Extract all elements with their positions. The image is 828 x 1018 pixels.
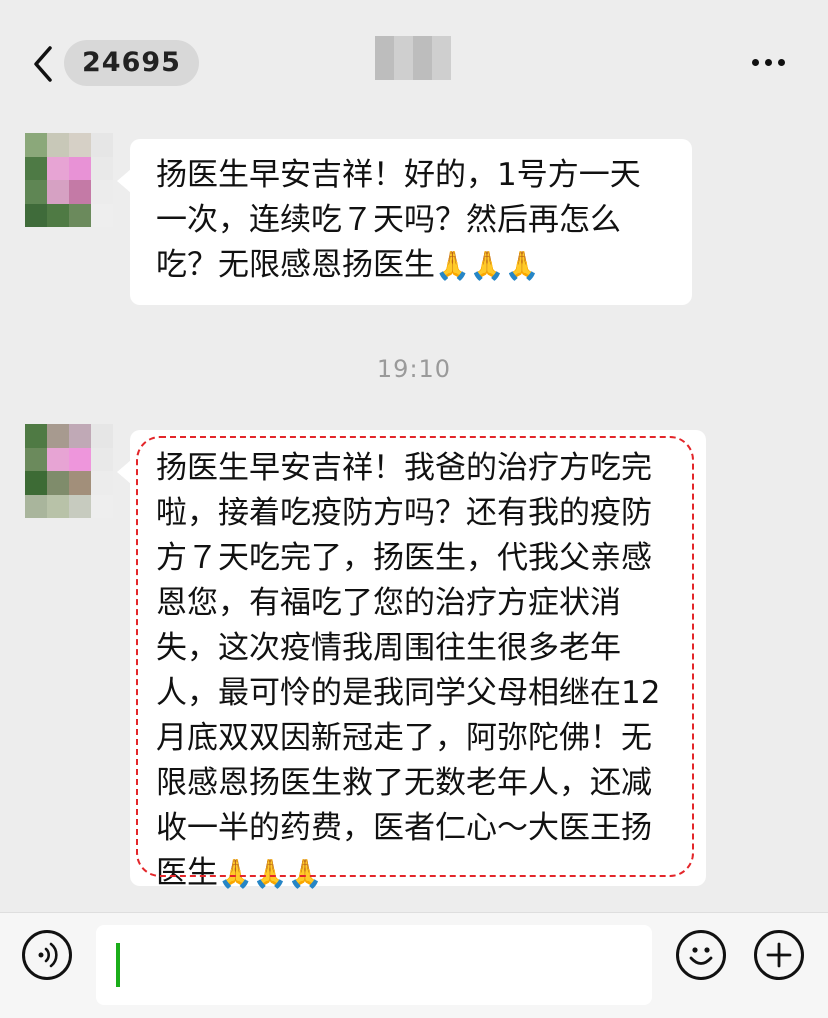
back-button[interactable] <box>26 42 66 86</box>
chat-header: 24695 <box>0 0 828 108</box>
message-bubble[interactable]: 扬医生早安吉祥！好的，1号方一天一次，连续吃７天吗？然后再怎么吃？无限感恩扬医生… <box>117 139 692 305</box>
unread-count-badge[interactable]: 24695 <box>64 40 199 86</box>
message-text: 扬医生早安吉祥！好的，1号方一天一次，连续吃７天吗？然后再怎么吃？无限感恩扬医生 <box>156 157 641 283</box>
message-text: 扬医生早安吉祥！我爸的治疗方吃完啦，接着吃疫防方吗？还有我的疫防方７天吃完了，扬… <box>156 450 661 891</box>
message-bubble[interactable]: 扬医生早安吉祥！我爸的治疗方吃完啦，接着吃疫防方吗？还有我的疫防方７天吃完了，扬… <box>117 430 706 891</box>
ellipsis-icon <box>752 58 759 66</box>
emoji-button[interactable] <box>676 930 726 980</box>
message-input[interactable] <box>96 925 652 1005</box>
message-timestamp: 19:10 <box>376 355 452 383</box>
text-cursor <box>116 943 120 987</box>
smiley-icon <box>689 947 713 965</box>
sender-avatar[interactable] <box>25 133 113 227</box>
praying-hands-icon: 🙏🙏🙏 <box>218 857 323 890</box>
voice-icon <box>38 942 58 968</box>
chevron-left-icon <box>34 46 52 82</box>
more-functions-button[interactable] <box>754 930 804 980</box>
voice-button[interactable] <box>22 930 72 980</box>
sender-avatar[interactable] <box>25 424 113 518</box>
more-options-button[interactable] <box>752 50 792 74</box>
chat-title-pixelated <box>375 36 451 80</box>
praying-hands-icon: 🙏🙏🙏 <box>435 249 540 282</box>
plus-icon <box>766 942 792 968</box>
